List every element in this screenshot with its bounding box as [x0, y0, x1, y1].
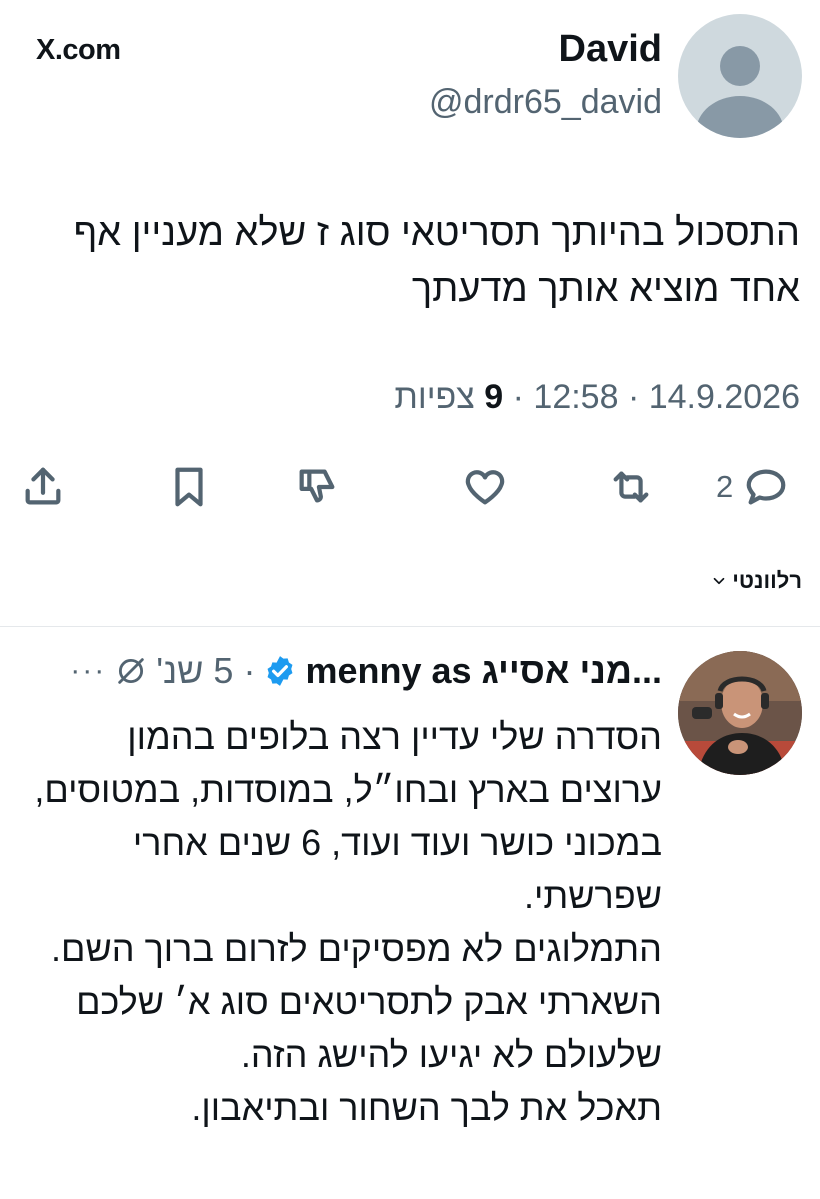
reply-count: 2	[716, 469, 734, 504]
dislike-button[interactable]	[294, 458, 340, 516]
thumbs-down-icon	[299, 469, 335, 503]
divider	[0, 626, 820, 627]
bookmark-icon	[175, 467, 203, 507]
bookmark-button[interactable]	[166, 458, 212, 516]
author-avatar[interactable]	[678, 14, 802, 138]
reply-text: הסדרה שלי עדיין רצה בלופים בהמון ערוצים …	[34, 716, 662, 1128]
x-logo[interactable]: X.com	[36, 34, 121, 67]
grok-icon[interactable]	[114, 654, 148, 688]
tweet-text: התסכול בהיותך תסריטאי סוג ז שלא מעניין א…	[73, 212, 800, 310]
like-button[interactable]	[462, 458, 508, 516]
tweet-author[interactable]: David @drdr65_david	[429, 26, 662, 124]
reply-button[interactable]: 2	[716, 458, 789, 516]
reply-header: ...מני אסייג menny as · 5 שנ' ···	[70, 648, 662, 694]
reply-time[interactable]: · 5 שנ'	[156, 648, 255, 694]
reply-time-value: 5 שנ'	[156, 650, 234, 691]
retweet-icon	[613, 471, 649, 503]
reply-author-avatar[interactable]	[678, 651, 802, 775]
retweet-button[interactable]	[608, 458, 654, 516]
default-avatar-icon	[696, 46, 784, 138]
tweet-date[interactable]: 14.9.2026	[649, 378, 800, 416]
author-handle[interactable]: @drdr65_david	[429, 80, 662, 124]
share-button[interactable]	[20, 458, 66, 516]
chevron-down-icon	[713, 577, 725, 585]
tweet-metadata: 14.9.2026 · 12:58 · 9 צפיות	[394, 378, 800, 417]
views-label[interactable]: צפיות	[394, 378, 474, 416]
author-name[interactable]: David	[429, 26, 662, 72]
tweet-time[interactable]: 12:58	[533, 378, 618, 416]
views-count[interactable]: 9	[484, 378, 503, 416]
share-icon	[25, 467, 61, 505]
profile-photo	[678, 651, 802, 775]
reply-author-name[interactable]: ...מני אסייג menny as	[305, 648, 662, 694]
tweet-action-bar: 2	[0, 458, 820, 516]
meta-separator: ·	[618, 378, 640, 416]
more-options-icon[interactable]: ···	[70, 648, 106, 694]
meta-separator: ·	[503, 378, 524, 416]
sort-label: רלוונטי	[732, 568, 802, 593]
comment-icon	[746, 469, 786, 505]
verified-badge-icon[interactable]	[263, 654, 297, 688]
heart-icon	[465, 470, 505, 505]
replies-sort-dropdown[interactable]: רלוונטי	[710, 568, 802, 594]
